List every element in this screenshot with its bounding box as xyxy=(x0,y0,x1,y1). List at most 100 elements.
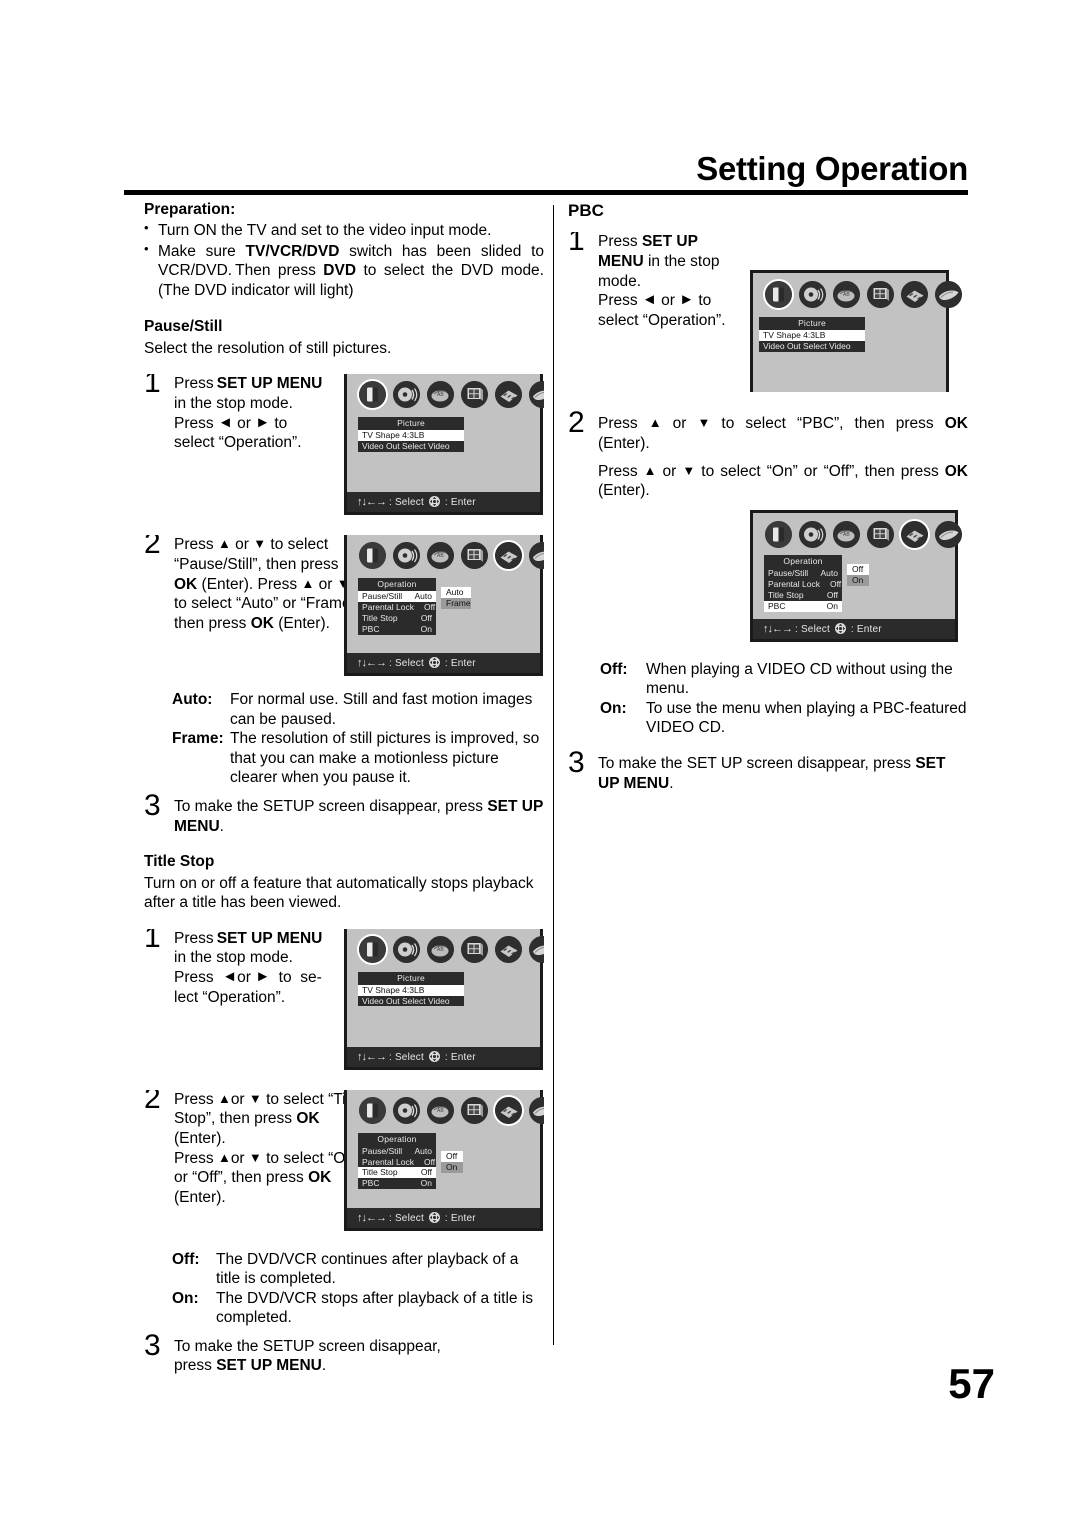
picture-icon[interactable] xyxy=(765,281,792,309)
picture-icon[interactable] xyxy=(359,542,386,570)
picture-icon[interactable] xyxy=(359,381,386,409)
list-item: Make sure TV/VCR/DVD switch has been sli… xyxy=(144,241,544,301)
step-text-d: . xyxy=(321,1357,327,1375)
display-icon[interactable] xyxy=(867,281,894,309)
osd-row-label: Parental Lock xyxy=(768,578,820,589)
audio-icon[interactable] xyxy=(393,1096,420,1124)
pause-still-step-1: 1 Press SET UP MENU in the stop mode. Pr… xyxy=(144,374,544,526)
audio-icon[interactable] xyxy=(799,281,826,309)
display-icon[interactable] xyxy=(461,381,488,409)
step-text: Press SET UP MENU in the stop mode. Pres… xyxy=(598,233,726,329)
osd-submenu-off-on: Off On xyxy=(441,1150,463,1173)
operation-icon[interactable] xyxy=(495,381,522,409)
osd-submenu-option-frame[interactable]: Frame xyxy=(441,598,471,610)
disc-icon[interactable] xyxy=(529,935,544,963)
osd-menu-row-parental-lock[interactable]: Parental Lock Off xyxy=(358,1157,436,1168)
disc-icon[interactable] xyxy=(529,1096,544,1124)
svg-text:AB: AB xyxy=(437,1108,444,1114)
language-icon[interactable]: AB xyxy=(427,935,454,963)
osd-menu-row-parental-lock[interactable]: Parental Lock Off xyxy=(358,602,436,613)
osd-enter-label: : Enter xyxy=(444,658,476,670)
column-divider xyxy=(553,205,554,1345)
osd-row-value: Off xyxy=(826,589,838,600)
language-icon[interactable]: AB xyxy=(427,542,454,570)
audio-icon[interactable] xyxy=(393,542,420,570)
definition-desc: When playing a VIDEO CD without using th… xyxy=(646,660,953,698)
osd-menu-row-tv-shape[interactable]: TV Shape 4:3LB xyxy=(358,430,464,442)
osd-submenu-option-on[interactable]: On xyxy=(441,1161,463,1173)
display-icon[interactable] xyxy=(461,935,488,963)
osd-row-label: Title Stop xyxy=(768,589,804,600)
disc-icon[interactable] xyxy=(935,520,962,548)
osd-arrow-glyphs: ↑↓←→ xyxy=(357,1211,387,1224)
osd-menu-row-video-out[interactable]: Video Out Select Video xyxy=(358,441,464,452)
osd-screen-picture-2: AB Picture TV Shape 4:3LB Video Out Sele… xyxy=(344,928,544,1070)
audio-icon[interactable] xyxy=(799,520,826,548)
osd-footer-hint: ↑↓←→ : Select : Enter xyxy=(347,492,540,513)
operation-icon[interactable] xyxy=(901,520,928,548)
osd-row-value: Off xyxy=(423,1156,436,1167)
osd-menu-row-pbc[interactable]: PBC On xyxy=(358,1178,436,1189)
language-icon[interactable]: AB xyxy=(427,381,454,409)
osd-submenu-option-off[interactable]: Off xyxy=(441,1150,463,1162)
osd-menu-row-title-stop[interactable]: Title Stop Off xyxy=(358,1167,436,1179)
osd-menu-row-title-stop[interactable]: Title Stop Off xyxy=(764,590,842,601)
osd-menu-row-pbc[interactable]: PBC On xyxy=(358,624,436,635)
display-icon[interactable] xyxy=(461,1096,488,1124)
osd-icon-row: AB xyxy=(753,273,962,309)
osd-footer-hint: ↑↓←→ : Select : Enter xyxy=(347,1207,540,1228)
osd-arrow-glyphs: ↑↓←→ xyxy=(763,622,793,635)
audio-icon[interactable] xyxy=(393,935,420,963)
operation-icon[interactable] xyxy=(495,935,522,963)
osd-icon-row: AB xyxy=(753,513,962,548)
osd-row-label: Video Out Select Video xyxy=(362,995,450,1006)
osd-menu-row-pause-still[interactable]: Pause/Still Auto xyxy=(358,1146,436,1157)
osd-row-value: On xyxy=(420,624,432,635)
osd-menu-row-parental-lock[interactable]: Parental Lock Off xyxy=(764,579,842,590)
disc-icon[interactable] xyxy=(935,281,962,309)
osd-menu-row-video-out[interactable]: Video Out Select Video xyxy=(358,996,464,1007)
definition-term: On: xyxy=(600,699,627,717)
osd-submenu-option-auto[interactable]: Auto xyxy=(441,587,471,599)
audio-icon[interactable] xyxy=(393,381,420,409)
disc-icon[interactable] xyxy=(529,542,544,570)
picture-icon[interactable] xyxy=(359,935,386,963)
osd-row-value: Off xyxy=(829,578,842,589)
operation-icon[interactable] xyxy=(901,281,928,309)
step-text-a: To make the SETUP screen disappear, pres… xyxy=(174,797,488,815)
step-line-2: in the stop mode. xyxy=(174,949,293,967)
osd-menu-row-tv-shape[interactable]: TV Shape 4:3LB xyxy=(358,984,464,996)
display-icon[interactable] xyxy=(867,520,894,548)
dpad-icon xyxy=(428,1211,440,1223)
display-icon[interactable] xyxy=(461,542,488,570)
osd-row-label: TV Shape 4:3LB xyxy=(763,330,826,341)
step-number: 1 xyxy=(568,232,585,258)
step-number: 2 xyxy=(144,1089,161,1115)
language-icon[interactable]: AB xyxy=(833,520,860,548)
operation-icon[interactable] xyxy=(495,542,522,570)
definition-on: On: The DVD/VCR stops after playback of … xyxy=(172,1289,544,1328)
osd-row-label: Title Stop xyxy=(362,613,398,624)
language-icon[interactable]: AB xyxy=(427,1096,454,1124)
osd-menu-row-video-out[interactable]: Video Out Select Video xyxy=(759,341,865,352)
operation-icon[interactable] xyxy=(495,1096,522,1124)
osd-enter-label: : Enter xyxy=(444,1212,476,1224)
osd-menu-row-tv-shape[interactable]: TV Shape 4:3LB xyxy=(759,330,865,342)
osd-menu-row-pause-still[interactable]: Pause/Still Auto xyxy=(358,591,436,603)
step-text: Press ▲ or ▼ to select “Pause/Still”, th… xyxy=(174,536,361,633)
step-text: Press SET UP MENU in the stop mode. Pres… xyxy=(174,375,323,452)
osd-submenu-option-off[interactable]: Off xyxy=(847,563,869,575)
language-icon[interactable]: AB xyxy=(833,281,860,309)
osd-menu-row-pause-still[interactable]: Pause/Still Auto xyxy=(764,568,842,579)
osd-select-label: : Select xyxy=(388,497,424,509)
osd-menu-row-pbc[interactable]: PBC On xyxy=(764,600,842,612)
osd-submenu-option-on[interactable]: On xyxy=(847,574,869,586)
osd-menu-row-title-stop[interactable]: Title Stop Off xyxy=(358,613,436,624)
picture-icon[interactable] xyxy=(765,520,792,548)
osd-select-label: : Select xyxy=(388,1051,424,1063)
definition-desc: The resolution of still pictures is impr… xyxy=(230,730,540,787)
picture-icon[interactable] xyxy=(359,1096,386,1124)
page-title: Setting Operation xyxy=(696,150,968,187)
osd-select-label: : Select xyxy=(388,658,424,670)
disc-icon[interactable] xyxy=(529,381,544,409)
